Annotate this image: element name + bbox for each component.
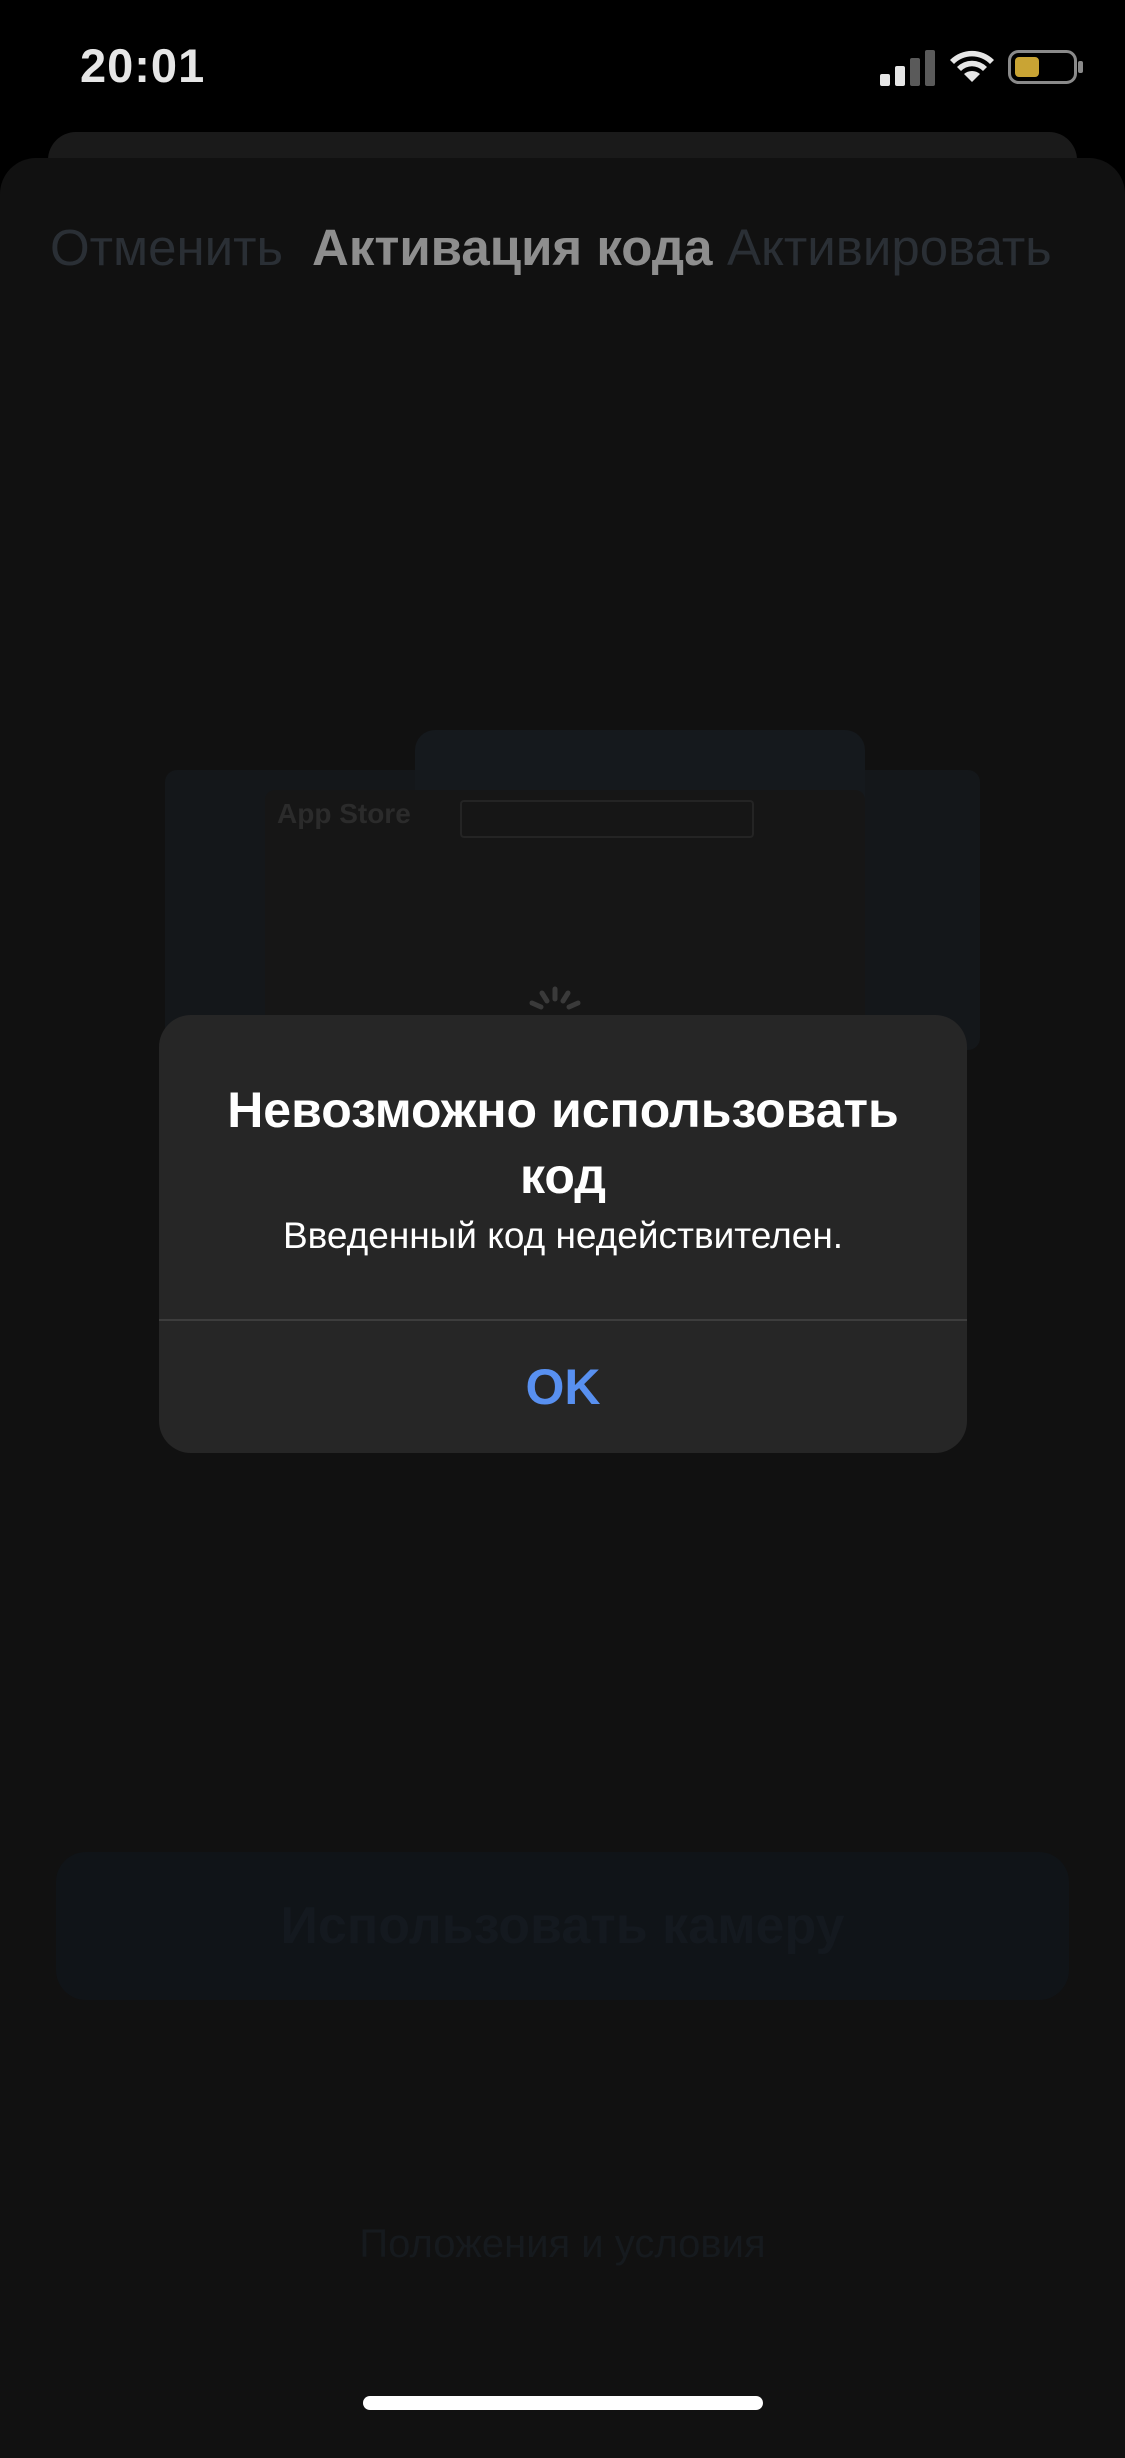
cancel-button[interactable]: Отменить	[50, 218, 283, 277]
alert-dialog: Невозможно использовать код Введенный ко…	[159, 1015, 967, 1453]
status-bar: 20:01	[0, 0, 1125, 140]
status-time: 20:01	[80, 39, 206, 92]
battery-low-icon	[1008, 50, 1083, 84]
activate-button[interactable]: Активировать	[727, 218, 1052, 277]
wifi-icon	[950, 50, 994, 82]
illustration-label: App Store	[277, 798, 411, 829]
terms-link[interactable]: Положения и условия	[0, 2222, 1125, 2267]
use-camera-button[interactable]: Использовать камеру	[56, 1852, 1069, 2000]
navigation-bar: Отменить Активация кода Активировать	[0, 210, 1125, 290]
cellular-signal-icon	[880, 50, 935, 86]
ok-button[interactable]: OK	[159, 1321, 967, 1453]
illustration-field	[460, 800, 754, 838]
home-indicator[interactable]	[363, 2396, 763, 2410]
page-title: Активация кода	[312, 219, 713, 276]
alert-title: Невозможно использовать код	[227, 1082, 899, 1204]
alert-message: Введенный код недействителен.	[282, 1215, 844, 1256]
